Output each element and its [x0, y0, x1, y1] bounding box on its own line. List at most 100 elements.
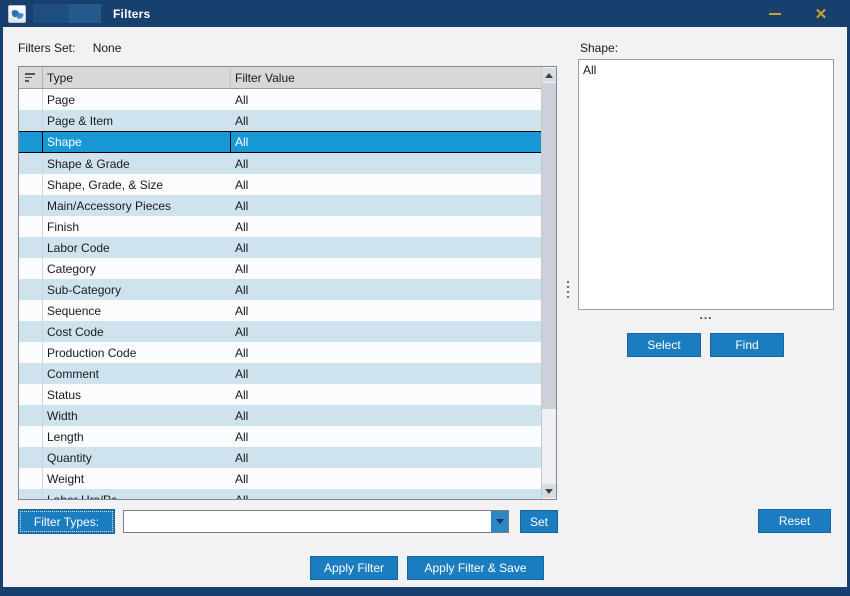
row-selector-cell[interactable]	[19, 153, 43, 174]
filter-types-button[interactable]: Filter Types:	[18, 509, 115, 534]
row-selector-cell[interactable]	[19, 321, 43, 342]
minimize-button[interactable]	[752, 0, 798, 27]
app-icon	[8, 5, 26, 23]
table-row[interactable]: ShapeAll	[19, 131, 541, 153]
row-type-cell: Page & Item	[43, 110, 231, 131]
sort-icon	[25, 73, 36, 82]
list-resize-handle[interactable]: ...	[578, 308, 834, 322]
scrollbar-thumb[interactable]	[542, 83, 556, 409]
row-selector-cell[interactable]	[19, 363, 43, 384]
table-row[interactable]: Main/Accessory PiecesAll	[19, 195, 541, 216]
row-selector-cell[interactable]	[19, 216, 43, 237]
row-selector-cell[interactable]	[19, 174, 43, 195]
row-selector-cell[interactable]	[19, 89, 43, 110]
row-type-cell: Labor Hrs/Pc	[43, 489, 231, 499]
table-row[interactable]: QuantityAll	[19, 447, 541, 468]
find-button[interactable]: Find	[710, 333, 784, 357]
row-value-cell: All	[231, 426, 541, 447]
apply-filter-save-button[interactable]: Apply Filter & Save	[407, 556, 544, 580]
minimize-icon	[769, 13, 781, 15]
shape-value-list[interactable]: All	[578, 59, 834, 310]
header-type[interactable]: Type	[43, 67, 231, 88]
scroll-up-button[interactable]	[542, 68, 556, 82]
row-selector-cell[interactable]	[19, 300, 43, 321]
row-type-cell: Comment	[43, 363, 231, 384]
close-button[interactable]: ✕	[798, 0, 844, 27]
row-value-cell: All	[231, 153, 541, 174]
row-value-cell: All	[231, 342, 541, 363]
select-button[interactable]: Select	[627, 333, 701, 357]
row-type-cell: Shape	[43, 132, 231, 152]
set-button[interactable]: Set	[520, 510, 558, 533]
table-row[interactable]: Page & ItemAll	[19, 110, 541, 131]
redacted-app-name	[69, 4, 101, 23]
list-item[interactable]: All	[583, 62, 829, 78]
table-row[interactable]: Production CodeAll	[19, 342, 541, 363]
table-row[interactable]: Cost CodeAll	[19, 321, 541, 342]
combo-dropdown-button[interactable]	[491, 511, 508, 532]
table-row[interactable]: Labor Hrs/PcAll	[19, 489, 541, 499]
table-row[interactable]: Sub-CategoryAll	[19, 279, 541, 300]
panel-splitter-handle[interactable]	[564, 276, 572, 302]
row-selector-cell[interactable]	[19, 279, 43, 300]
row-type-cell: Quantity	[43, 447, 231, 468]
filters-set-value: None	[93, 41, 122, 55]
header-selector-cell[interactable]	[19, 67, 43, 88]
table-row[interactable]: Labor CodeAll	[19, 237, 541, 258]
row-type-cell: Shape & Grade	[43, 153, 231, 174]
row-type-cell: Cost Code	[43, 321, 231, 342]
row-value-cell: All	[231, 468, 541, 489]
row-selector-cell[interactable]	[19, 447, 43, 468]
table-row[interactable]: CommentAll	[19, 363, 541, 384]
row-type-cell: Status	[43, 384, 231, 405]
row-selector-cell[interactable]	[19, 258, 43, 279]
row-selector-cell[interactable]	[19, 468, 43, 489]
row-value-cell: All	[231, 279, 541, 300]
table-row[interactable]: SequenceAll	[19, 300, 541, 321]
scroll-down-button[interactable]	[542, 484, 556, 498]
table-header: Type Filter Value	[19, 67, 541, 89]
row-selector-cell[interactable]	[19, 237, 43, 258]
row-type-cell: Weight	[43, 468, 231, 489]
window-title: Filters	[113, 7, 150, 21]
row-selector-cell[interactable]	[19, 342, 43, 363]
row-selector-cell[interactable]	[19, 405, 43, 426]
row-selector-cell[interactable]	[19, 132, 43, 152]
table-row[interactable]: WeightAll	[19, 468, 541, 489]
table-row[interactable]: Shape, Grade, & SizeAll	[19, 174, 541, 195]
vertical-scrollbar[interactable]	[541, 67, 556, 499]
row-type-cell: Category	[43, 258, 231, 279]
table-row[interactable]: Shape & GradeAll	[19, 153, 541, 174]
table-row[interactable]: WidthAll	[19, 405, 541, 426]
table-row[interactable]: PageAll	[19, 89, 541, 110]
filter-combo-input[interactable]	[124, 511, 491, 532]
table-row[interactable]: FinishAll	[19, 216, 541, 237]
row-value-cell: All	[231, 132, 541, 152]
row-type-cell: Sequence	[43, 300, 231, 321]
table-row[interactable]: CategoryAll	[19, 258, 541, 279]
row-type-cell: Finish	[43, 216, 231, 237]
row-value-cell: All	[231, 384, 541, 405]
apply-filter-button[interactable]: Apply Filter	[310, 556, 398, 580]
row-selector-cell[interactable]	[19, 110, 43, 131]
row-selector-cell[interactable]	[19, 489, 43, 499]
header-filter-value[interactable]: Filter Value	[231, 67, 541, 88]
reset-button[interactable]: Reset	[758, 509, 831, 533]
row-type-cell: Main/Accessory Pieces	[43, 195, 231, 216]
row-selector-cell[interactable]	[19, 384, 43, 405]
row-value-cell: All	[231, 237, 541, 258]
row-value-cell: All	[231, 405, 541, 426]
row-value-cell: All	[231, 216, 541, 237]
table-body: PageAllPage & ItemAllShapeAllShape & Gra…	[19, 89, 541, 499]
table-row[interactable]: StatusAll	[19, 384, 541, 405]
chevron-down-icon	[496, 519, 504, 524]
table-row[interactable]: LengthAll	[19, 426, 541, 447]
row-value-cell: All	[231, 195, 541, 216]
arrow-up-icon	[545, 73, 553, 78]
shape-panel-label: Shape:	[580, 41, 618, 55]
row-selector-cell[interactable]	[19, 195, 43, 216]
row-value-cell: All	[231, 300, 541, 321]
filter-combo	[123, 510, 509, 533]
row-selector-cell[interactable]	[19, 426, 43, 447]
row-type-cell: Length	[43, 426, 231, 447]
